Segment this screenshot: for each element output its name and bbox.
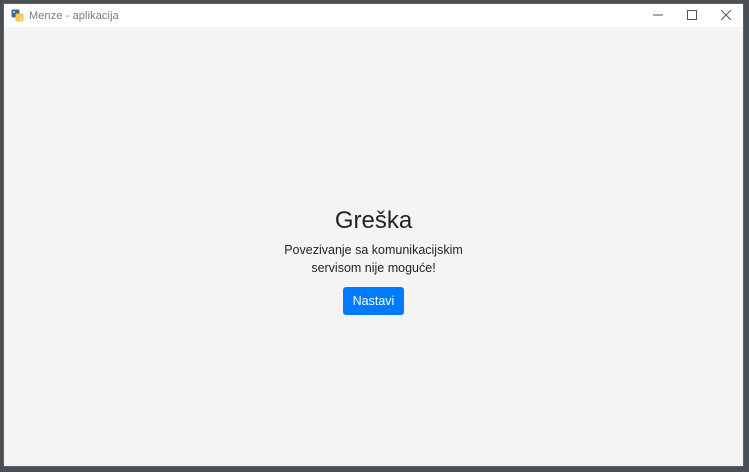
close-icon xyxy=(720,7,732,25)
python-app-icon xyxy=(10,9,24,23)
minimize-icon xyxy=(653,7,663,25)
close-button[interactable] xyxy=(709,4,743,27)
error-panel: Greška Povezivanje sa komunikacijskim se… xyxy=(259,207,489,315)
title-bar[interactable]: Menze - aplikacija xyxy=(4,4,743,27)
minimize-button[interactable] xyxy=(641,4,675,27)
maximize-button[interactable] xyxy=(675,4,709,27)
window-title: Menze - aplikacija xyxy=(29,9,119,22)
maximize-icon xyxy=(687,7,697,25)
continue-button[interactable]: Nastavi xyxy=(342,286,405,315)
error-title: Greška xyxy=(334,206,413,234)
content-area: Greška Povezivanje sa komunikacijskim se… xyxy=(4,27,743,466)
error-message: Povezivanje sa komunikacijskim servisom … xyxy=(284,242,463,275)
window-controls xyxy=(641,4,743,27)
app-window: Menze - aplikacija Greška Povezivanje sa… xyxy=(3,3,744,467)
